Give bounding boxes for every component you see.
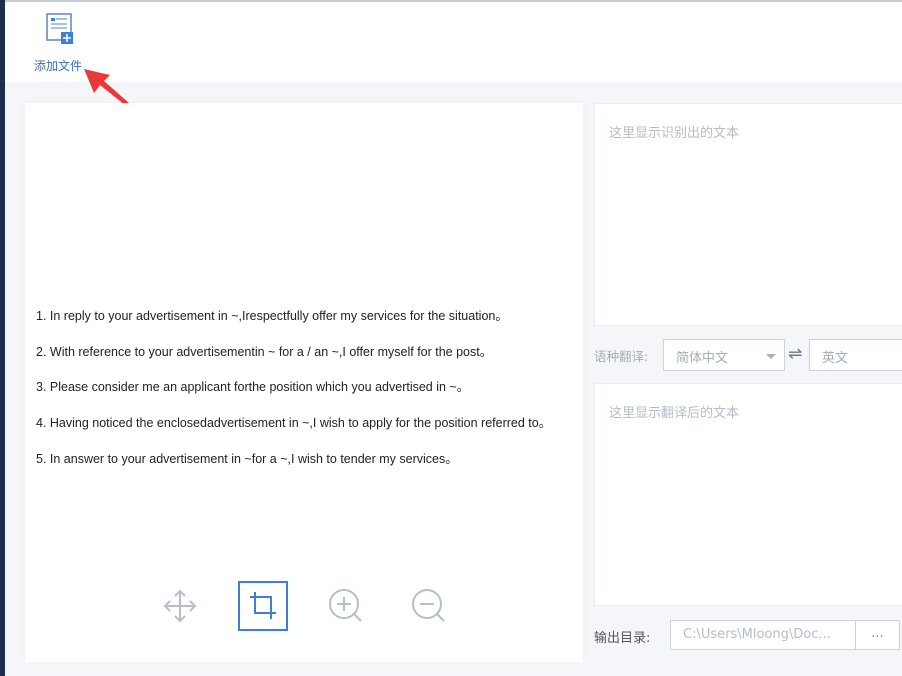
output-dir-input[interactable]: C:\Users\Mloong\Doc... [670, 620, 856, 650]
add-file-icon [46, 13, 73, 44]
add-file-label[interactable]: 添加文件 [34, 57, 82, 74]
document-line: 5. In answer to your advertisement in ~f… [36, 452, 458, 466]
output-dir-label: 输出目录: [594, 631, 651, 646]
add-file-button[interactable] [43, 12, 75, 48]
translated-text-area[interactable]: 这里显示翻译后的文本 [594, 383, 902, 606]
zoom-in-icon [329, 589, 362, 622]
browse-button[interactable]: ... [855, 620, 900, 650]
document-line: 1. In reply to your advertisement in ~,I… [36, 309, 508, 323]
crop-icon [250, 592, 276, 619]
source-language-select[interactable]: 简体中文 [663, 339, 785, 371]
crop-button[interactable] [238, 581, 288, 631]
move-icon [163, 589, 197, 623]
chevron-down-icon [766, 354, 776, 359]
recognized-text-area[interactable]: 这里显示识别出的文本 [594, 103, 902, 326]
source-language-value: 简体中文 [676, 351, 729, 366]
zoom-out-button[interactable] [404, 581, 454, 631]
translated-placeholder: 这里显示翻译后的文本 [609, 406, 740, 421]
document-line: 4. Having noticed the enclosedadvertisem… [36, 416, 552, 430]
target-language-select[interactable]: 英文 [809, 339, 902, 371]
zoom-out-icon [412, 589, 445, 622]
document-line: 2. With reference to your advertisementi… [36, 345, 493, 359]
image-preview-panel: 1. In reply to your advertisement in ~,I… [25, 103, 583, 662]
language-label: 语种翻译: [594, 349, 649, 364]
recognized-placeholder: 这里显示识别出的文本 [609, 126, 740, 141]
sidebar [0, 0, 5, 676]
swap-languages-icon[interactable]: ⇌ [788, 344, 802, 364]
move-button[interactable] [155, 581, 205, 631]
document-line: 3. Please consider me an applicant forth… [36, 380, 470, 394]
zoom-in-button[interactable] [321, 581, 371, 631]
target-language-value: 英文 [822, 351, 849, 366]
